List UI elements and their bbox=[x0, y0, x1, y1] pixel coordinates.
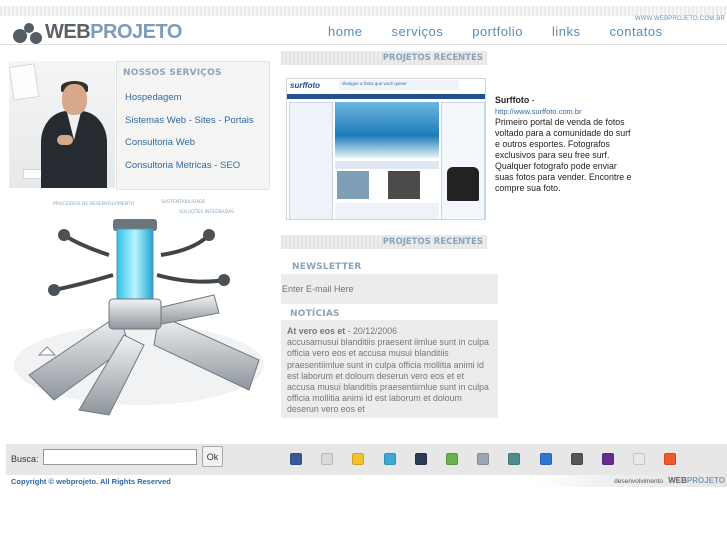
nav-contatos[interactable]: contatos bbox=[609, 24, 662, 39]
newsletter-box bbox=[281, 274, 498, 304]
news-item: At vero eos et - 20/12/2006 accusamusui … bbox=[281, 320, 498, 418]
developer-label: desenvolvimento bbox=[614, 478, 663, 485]
project-name[interactable]: Surffoto bbox=[495, 95, 529, 105]
search-label: Busca: bbox=[11, 454, 39, 464]
developer-credit: desenvolvimento WEBPROJETO bbox=[537, 475, 727, 487]
site-url: WWW.WEBPROJETO.COM.BR bbox=[634, 16, 725, 22]
news-item-date: - 20/12/2006 bbox=[345, 326, 398, 336]
news-title: Notícias bbox=[290, 309, 340, 319]
google-icon[interactable] bbox=[446, 453, 458, 465]
news-item-title[interactable]: At vero eos et bbox=[287, 326, 345, 336]
yahoo-icon[interactable] bbox=[602, 453, 614, 465]
surffoto-logo: surffoto bbox=[290, 81, 321, 90]
project-description: Surffoto - http://www.surffoto.com.br Pr… bbox=[495, 95, 635, 194]
robot-machine-illustration: PROCESSOS DE DESENVOLVIMENTO SUSTENTABIL… bbox=[14, 199, 264, 416]
myspace-icon[interactable] bbox=[414, 453, 427, 465]
digg-icon[interactable] bbox=[477, 453, 490, 465]
delicious-icon[interactable] bbox=[539, 453, 552, 465]
nav-home[interactable]: home bbox=[328, 24, 363, 39]
newsletter-title: Newsletter bbox=[292, 262, 362, 272]
favorites-icon[interactable] bbox=[352, 453, 365, 465]
logo-text: WEBPROJETO bbox=[45, 20, 182, 43]
news-item-body: accusamusui blanditiis praesent iimlue s… bbox=[287, 337, 489, 415]
nav-portfolio[interactable]: portfolio bbox=[472, 24, 523, 39]
developer-logo[interactable]: WEBPROJETO bbox=[668, 476, 725, 485]
main-nav: home serviços portfolio links contatos bbox=[328, 24, 692, 39]
nav-servicos[interactable]: serviços bbox=[392, 24, 444, 39]
logo-mark-icon bbox=[11, 19, 43, 45]
projects-footer-bar: Projetos Recentes bbox=[281, 235, 487, 249]
stumbleupon-icon[interactable] bbox=[508, 453, 521, 465]
businessman-photo bbox=[9, 61, 115, 188]
twitter-icon[interactable] bbox=[383, 453, 396, 465]
machine-label-sustentabilidade: SUSTENTABILIDADE bbox=[161, 199, 206, 205]
addthis-icon[interactable] bbox=[664, 453, 677, 465]
project-text: Primeiro portal de venda de fotos voltad… bbox=[495, 117, 632, 193]
machine-label-solucoes: SOLUÇÕES INTEGRADAS bbox=[179, 208, 234, 215]
copyright-text: Copyright © webprojeto. All Rights Reser… bbox=[11, 477, 171, 486]
newsletter-email-input[interactable] bbox=[281, 282, 498, 296]
service-item-consultoria-web[interactable]: Consultoria Web bbox=[125, 137, 254, 160]
service-item-hospedagem[interactable]: Hospedagem bbox=[125, 92, 254, 115]
search-input[interactable] bbox=[43, 449, 197, 465]
facebook-icon[interactable] bbox=[290, 453, 302, 465]
services-panel: Nossos Serviços Hospedagem Sistemas Web … bbox=[116, 61, 270, 190]
service-item-consultoria-seo[interactable]: Consultoria Metricas - SEO bbox=[125, 160, 254, 183]
service-item-sistemas-web[interactable]: Sistemas Web - Sites - Portais bbox=[125, 115, 254, 138]
machine-label-processos: PROCESSOS DE DESENVOLVIMENTO bbox=[53, 201, 135, 207]
project-url-link[interactable]: http://www.surffoto.com.br bbox=[495, 106, 635, 117]
search-share-bar: Busca: Ok bbox=[6, 444, 727, 475]
services-title: Nossos Serviços bbox=[123, 68, 222, 78]
email-icon[interactable] bbox=[321, 453, 334, 465]
services-list: Hospedagem Sistemas Web - Sites - Portai… bbox=[125, 92, 254, 182]
top-stripe bbox=[0, 6, 727, 16]
nav-links[interactable]: links bbox=[552, 24, 581, 39]
project-screenshot-surffoto[interactable]: surffoto divulgue a fotos que você quise… bbox=[286, 78, 486, 220]
projects-title: Projetos Recentes bbox=[382, 53, 483, 63]
projects-title-bottom: Projetos Recentes bbox=[382, 237, 483, 247]
projects-header: Projetos Recentes bbox=[281, 51, 487, 65]
search-ok-button[interactable]: Ok bbox=[202, 446, 223, 467]
print-icon[interactable] bbox=[570, 453, 583, 465]
live-icon[interactable] bbox=[633, 453, 646, 465]
site-logo[interactable]: WEBPROJETO bbox=[11, 19, 182, 45]
